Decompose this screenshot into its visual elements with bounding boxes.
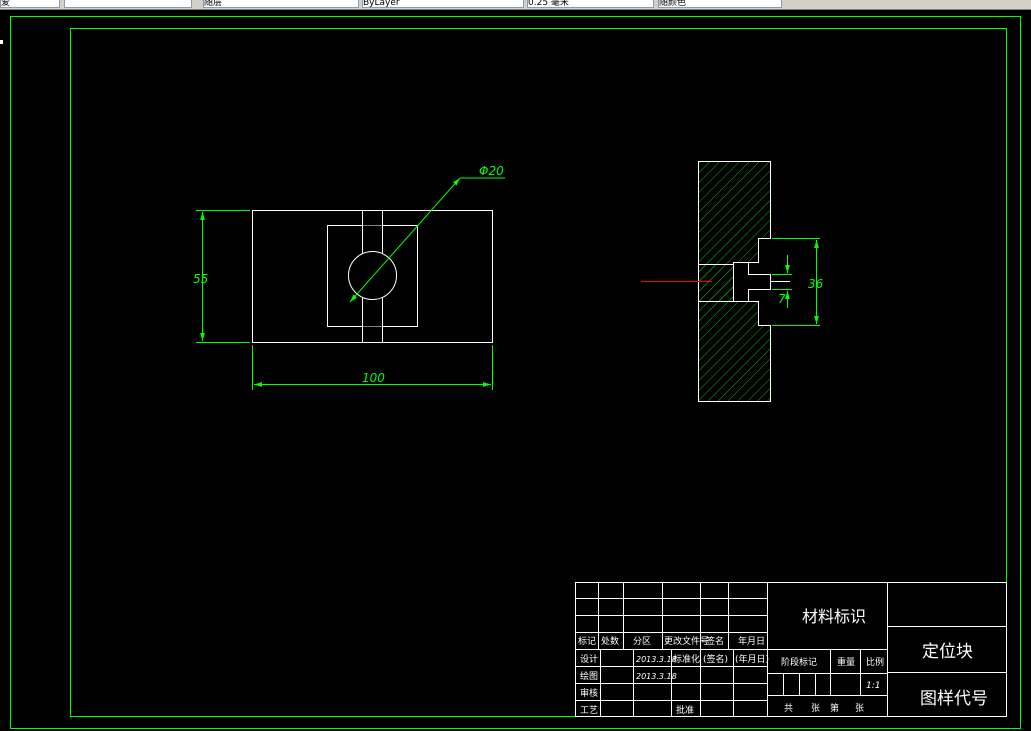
dim-width-label: 100 <box>362 371 385 385</box>
tb-mark: 标记 <box>578 635 596 647</box>
tb-sign-placeholder: (签名) <box>703 653 728 665</box>
dim-section-height-label: 36 <box>808 277 824 291</box>
tb-design: 设计 <box>580 653 598 665</box>
toolbar-field-2[interactable] <box>64 0 192 8</box>
tb-change-doc: 更改文件号 <box>664 635 709 647</box>
section-view[interactable] <box>641 161 790 402</box>
tb-weight: 重量 <box>837 656 855 668</box>
toolbar-field-5[interactable]: 0.25 毫米 <box>527 0 654 8</box>
dim-diameter-label: Φ20 <box>479 164 504 178</box>
tb-signature: 签名 <box>706 635 724 647</box>
dim-height-label: 55 <box>193 272 208 286</box>
dim-slot-label: 7 <box>778 292 786 306</box>
tb-stage-mark: 阶段标记 <box>781 656 817 668</box>
toolbar-field-4[interactable]: ByLayer <box>362 0 524 8</box>
tb-count: 处数 <box>601 635 619 647</box>
tb-scale: 比例 <box>866 656 884 668</box>
tb-check: 审核 <box>580 687 598 699</box>
toolbar-field-3[interactable]: 随层 <box>203 0 359 8</box>
tb-sheets: 张 <box>811 703 820 714</box>
tb-standardization: 标准化 <box>673 653 700 665</box>
drawing-canvas[interactable]: Φ20 55 100 36 7 标记 处数 分区 更改文件号 签名 年月日 设计… <box>0 9 1031 731</box>
tb-material-label: 材料标识 <box>802 607 866 626</box>
tb-scale-value: 1:1 <box>866 681 880 691</box>
tb-drawing-date: 2013.3.18 <box>636 672 677 681</box>
tb-process: 工艺 <box>580 705 598 716</box>
tb-page-sheets: 张 <box>855 703 864 714</box>
tb-approve: 批准 <box>676 704 694 716</box>
tb-part-name: 定位块 <box>922 642 973 662</box>
tb-design-date: 2013.3.18 <box>636 655 677 664</box>
toolbar-field-1[interactable]: 爱 <box>0 0 60 8</box>
tb-zone: 分区 <box>633 636 651 647</box>
front-view-hole <box>348 251 397 300</box>
toolbar-field-6[interactable]: 随颜色 <box>658 0 782 8</box>
section-view-t-slot <box>733 262 771 302</box>
section-view-insert <box>698 264 734 302</box>
inner-drawing-frame <box>70 28 1007 717</box>
tb-drawing: 绘图 <box>580 670 598 682</box>
tb-drawing-number-label: 图样代号 <box>920 689 988 709</box>
tb-date: 年月日 <box>738 635 765 647</box>
tb-page: 第 <box>830 702 839 714</box>
crosshair-mark <box>0 40 3 44</box>
outer-sheet-border <box>10 16 1021 729</box>
tb-total: 共 <box>784 703 793 714</box>
tb-date-placeholder: (年月日) <box>735 653 769 665</box>
